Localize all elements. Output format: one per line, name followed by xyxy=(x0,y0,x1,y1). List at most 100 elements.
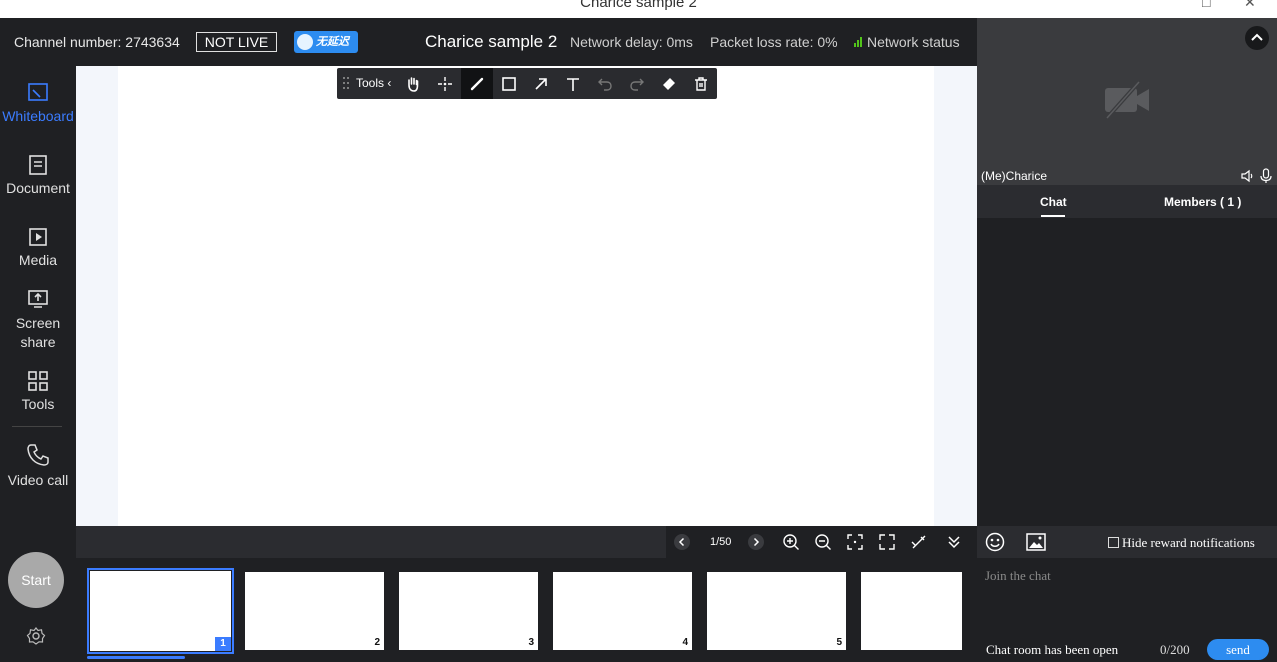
hide-reward-checkbox[interactable] xyxy=(1108,537,1119,548)
settings-gear-icon[interactable] xyxy=(26,626,46,646)
thumbnail-scrollbar[interactable] xyxy=(87,656,185,659)
microphone-icon[interactable] xyxy=(1260,168,1272,184)
zoom-out-button[interactable] xyxy=(813,532,833,552)
zoom-out-icon xyxy=(815,534,831,550)
zoom-in-button[interactable] xyxy=(781,532,801,552)
screen-share-icon xyxy=(28,290,48,308)
collapse-video-button[interactable] xyxy=(1245,26,1269,50)
image-icon[interactable] xyxy=(1026,533,1046,551)
tab-chat[interactable]: Chat xyxy=(1040,195,1067,209)
sidebar-item-screen-share[interactable]: Screen share xyxy=(0,288,76,352)
sidebar-item-whiteboard[interactable]: Whiteboard xyxy=(0,82,76,124)
grid-tools-icon xyxy=(28,371,48,391)
media-play-icon xyxy=(29,228,47,246)
chevron-left-icon xyxy=(674,534,690,550)
drag-handle-icon[interactable] xyxy=(343,77,349,89)
chat-message-list[interactable] xyxy=(977,218,1277,526)
left-sidebar: Whiteboard Document Media Screen share T… xyxy=(0,66,76,662)
pen-toggle-button[interactable] xyxy=(909,532,929,552)
pen-tool-button[interactable] xyxy=(461,68,493,99)
active-tab-indicator xyxy=(1041,215,1065,217)
whiteboard-icon xyxy=(28,83,48,101)
page-thumbnails: 1 2 3 4 5 xyxy=(76,558,977,662)
thumbnail-page-2[interactable]: 2 xyxy=(245,572,384,650)
document-icon xyxy=(29,155,47,175)
signal-bars-icon xyxy=(854,37,864,47)
thumbnail-number: 2 xyxy=(374,637,380,648)
double-chevron-down-icon xyxy=(948,536,960,549)
arrow-tool-button[interactable] xyxy=(525,68,557,99)
emoji-icon[interactable] xyxy=(985,532,1005,552)
chat-toolbar: Hide reward notifications xyxy=(977,526,1277,558)
network-delay: Network delay: 0ms xyxy=(570,34,693,50)
whiteboard-canvas[interactable] xyxy=(118,66,934,526)
thumbnail-page-4[interactable]: 4 xyxy=(553,572,692,650)
phone-icon xyxy=(27,444,49,466)
text-tool-button[interactable] xyxy=(557,68,589,99)
tools-collapse-button[interactable]: Tools ‹ xyxy=(356,76,391,90)
undo-button[interactable] xyxy=(589,68,621,99)
camera-off-icon xyxy=(1105,80,1149,120)
thumbnail-page-5[interactable]: 5 xyxy=(707,572,846,650)
clear-board-button[interactable] xyxy=(685,68,717,99)
chevron-right-icon xyxy=(748,534,764,550)
fit-page-button[interactable] xyxy=(845,532,865,552)
redo-button[interactable] xyxy=(621,68,653,99)
hand-icon xyxy=(408,76,419,92)
rectangle-tool-button[interactable] xyxy=(493,68,525,99)
send-button[interactable]: send xyxy=(1207,639,1269,660)
chat-room-status: Chat room has been open xyxy=(986,642,1119,657)
sidebar-item-label: Screen share xyxy=(15,315,61,350)
network-status-button[interactable]: Network status xyxy=(867,34,960,50)
no-delay-label: 无延迟 xyxy=(316,36,349,48)
sidebar-item-label: Document xyxy=(6,180,70,196)
redo-icon xyxy=(630,78,644,91)
thumbnail-page-6[interactable] xyxy=(861,572,962,650)
sidebar-item-media[interactable]: Media xyxy=(0,226,76,268)
sidebar-item-tools[interactable]: Tools xyxy=(0,370,76,412)
pen-icon xyxy=(470,77,484,90)
sidebar-item-label: Tools xyxy=(21,396,55,412)
thumbnail-page-1[interactable]: 1 xyxy=(87,568,234,654)
tab-members[interactable]: Members ( 1 ) xyxy=(1164,195,1241,209)
eraser-tool-button[interactable] xyxy=(653,68,685,99)
no-delay-badge: 无延迟 xyxy=(294,31,358,53)
previous-page-button[interactable] xyxy=(672,532,692,552)
hide-reward-label: Hide reward notifications xyxy=(1122,535,1255,550)
chat-input[interactable] xyxy=(985,566,1265,586)
sidebar-divider xyxy=(12,426,62,427)
window-titlebar: Charice sample 2 □ ✕ xyxy=(0,0,1277,18)
start-button[interactable]: Start xyxy=(8,552,64,608)
chat-input-panel: Chat room has been open 0/200 send xyxy=(977,558,1277,662)
move-tool-button[interactable] xyxy=(429,68,461,99)
thumbnail-number: 5 xyxy=(836,637,842,648)
speaker-icon[interactable] xyxy=(1241,169,1255,183)
thumbnail-number: 3 xyxy=(528,637,534,648)
thumbnail-number: 4 xyxy=(682,637,688,648)
move-icon xyxy=(438,76,452,91)
hide-reward-toggle[interactable]: Hide reward notifications xyxy=(1108,535,1255,551)
hand-tool-button[interactable] xyxy=(397,68,429,99)
video-preview-panel: (Me)Charice xyxy=(977,18,1277,185)
page-controls: 1/50 xyxy=(666,526,977,558)
sidebar-item-document[interactable]: Document xyxy=(0,154,76,196)
sidebar-item-label: Whiteboard xyxy=(2,108,74,124)
sidebar-item-video-call[interactable]: Video call xyxy=(0,442,76,488)
maximize-button[interactable]: □ xyxy=(1202,0,1210,10)
window-title: Charice sample 2 xyxy=(580,0,697,11)
close-window-button[interactable]: ✕ xyxy=(1244,0,1256,11)
live-status-badge: NOT LIVE xyxy=(196,32,277,52)
thumbnail-number: 1 xyxy=(215,637,231,651)
rectangle-icon xyxy=(502,76,516,91)
next-page-button[interactable] xyxy=(746,532,766,552)
thumbnail-page-3[interactable]: 3 xyxy=(399,572,538,650)
undo-icon xyxy=(598,78,612,91)
fullscreen-button[interactable] xyxy=(877,532,897,552)
top-status-bar: Channel number: 2743634 NOT LIVE 无延迟 Cha… xyxy=(0,18,977,66)
sidebar-item-label: Media xyxy=(18,252,58,268)
packet-loss-rate: Packet loss rate: 0% xyxy=(710,34,838,50)
collapse-thumbnails-button[interactable] xyxy=(944,532,964,552)
trash-icon xyxy=(695,76,707,91)
sidebar-item-label: Video call xyxy=(7,472,69,488)
arrow-icon xyxy=(535,77,547,90)
